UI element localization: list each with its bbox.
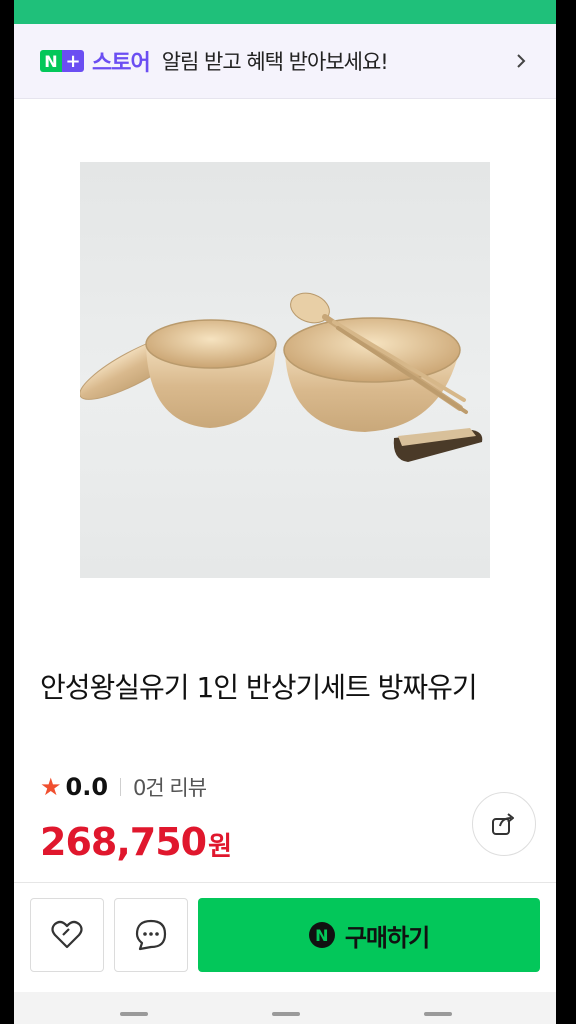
buy-button-label: 구매하기 [344, 923, 430, 952]
review-count[interactable]: 0건 리뷰 [133, 772, 207, 802]
brassware-product-photo [80, 292, 483, 462]
heart-icon [51, 920, 83, 949]
nav-home-icon[interactable] [272, 1012, 300, 1016]
rating-divider [120, 778, 122, 796]
product-title: 안성왕실유기 1인 반상기세트 방짜유기 [40, 671, 478, 704]
talk-talk-button[interactable] [114, 898, 188, 972]
system-navbar [14, 992, 556, 1024]
rating-value: 0.0 [65, 773, 109, 801]
nplus-logo-n: N [40, 50, 62, 72]
banner-brand: 스토어 [92, 51, 151, 76]
nav-recent-apps-icon[interactable] [120, 1012, 148, 1016]
nplus-logo: N + [40, 50, 84, 72]
product-image[interactable] [80, 162, 490, 578]
share-button[interactable] [472, 792, 536, 856]
rating-row[interactable]: ★ 0.0 0건 리뷰 [40, 770, 207, 804]
star-icon: ★ [40, 773, 62, 801]
buy-button[interactable]: N 구매하기 [198, 898, 540, 972]
wishlist-button[interactable] [30, 898, 104, 972]
npay-badge-icon: N [308, 922, 335, 948]
nplus-logo-plus: + [62, 50, 84, 72]
price-row: 268,750 원 [40, 820, 232, 864]
nav-back-icon[interactable] [424, 1012, 452, 1016]
top-color-strip [14, 0, 556, 24]
banner-message: 알림 받고 혜택 받아보세요! [161, 50, 389, 74]
app-screen: N + 스토어 알림 받고 혜택 받아보세요! 안성왕실유기 1인 반상기세트 … [14, 0, 556, 1024]
price-amount: 268,750 [40, 820, 207, 864]
bottom-bar-divider [14, 882, 556, 883]
chat-bubble-icon [135, 919, 167, 951]
chevron-right-icon[interactable] [510, 48, 532, 74]
price-unit: 원 [208, 832, 232, 862]
share-icon [492, 813, 514, 835]
store-notification-banner[interactable]: N + 스토어 알림 받고 혜택 받아보세요! [14, 24, 556, 99]
